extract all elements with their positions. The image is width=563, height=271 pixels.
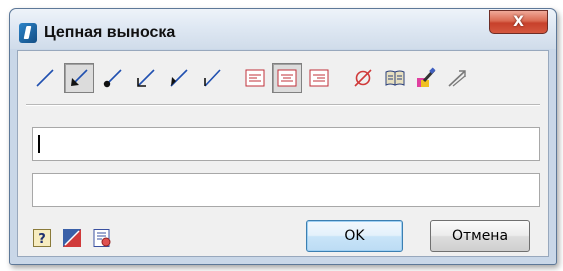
- leader-direction-button[interactable]: [442, 63, 472, 93]
- diameter-symbol-button[interactable]: [348, 63, 378, 93]
- text-caret: [38, 135, 40, 153]
- tick-line-icon: [204, 69, 221, 87]
- close-button[interactable]: X: [489, 10, 548, 34]
- dialog-window: Цепная выноска X ? OK Отмена: [9, 8, 557, 265]
- cancel-button[interactable]: Отмена: [430, 220, 530, 252]
- leader-settings-button[interactable]: [62, 228, 82, 248]
- cancel-label: Отмена: [451, 228, 509, 244]
- align-left-button[interactable]: [240, 63, 270, 93]
- paint-brush-icon: [417, 67, 436, 87]
- help-button[interactable]: ?: [32, 228, 52, 248]
- align-center-button[interactable]: [272, 63, 302, 93]
- leader-toolbar: [26, 60, 540, 100]
- diameter-icon: [354, 69, 372, 87]
- svg-text:?: ?: [38, 232, 46, 247]
- leader-settings-icon: [63, 229, 81, 247]
- ok-button[interactable]: OK: [306, 220, 403, 252]
- toolbar-separator: [26, 104, 540, 106]
- align-center-icon: [277, 69, 297, 87]
- lower-text-field[interactable]: [32, 173, 540, 207]
- book-icon: [385, 70, 405, 86]
- leader-open-arrow-button[interactable]: [131, 63, 161, 93]
- align-left-icon: [245, 69, 265, 87]
- align-right-button[interactable]: [304, 63, 334, 93]
- arrow-line-icon: [71, 69, 88, 86]
- format-sheet-icon: [93, 229, 111, 247]
- align-right-icon: [309, 69, 329, 87]
- title-bar[interactable]: Цепная выноска X: [10, 9, 556, 49]
- window-title: Цепная выноска: [44, 24, 176, 41]
- close-icon: X: [513, 14, 524, 30]
- leader-arrow-icon: [448, 70, 466, 87]
- half-arrow-line-icon: [170, 69, 188, 87]
- leader-half-arrow-button[interactable]: [164, 63, 194, 93]
- diagonal-line-icon: [36, 69, 54, 87]
- dialog-body: ? OK Отмена: [17, 50, 549, 257]
- symbol-library-button[interactable]: [380, 63, 410, 93]
- ok-label: OK: [344, 228, 365, 244]
- open-arrow-line-icon: [137, 69, 155, 87]
- dot-line-icon: [103, 69, 122, 88]
- text-style-button[interactable]: [411, 63, 441, 93]
- leader-arrow-button[interactable]: [64, 63, 94, 93]
- format-sheet-button[interactable]: [92, 228, 112, 248]
- upper-text-field[interactable]: [32, 127, 540, 161]
- app-icon: [19, 23, 37, 43]
- leader-line-plain-button[interactable]: [30, 63, 60, 93]
- leader-tick-button[interactable]: [197, 63, 227, 93]
- leader-dot-button[interactable]: [98, 63, 128, 93]
- help-icon: ?: [33, 229, 51, 247]
